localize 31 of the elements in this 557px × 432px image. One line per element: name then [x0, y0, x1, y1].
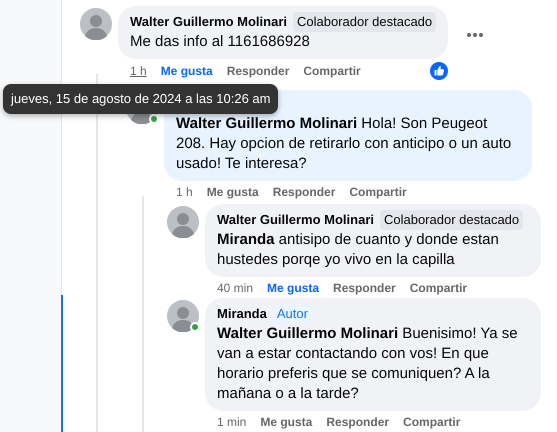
role-badge: Colaborador destacado — [292, 12, 436, 32]
timestamp-link[interactable]: 1 h — [176, 184, 193, 200]
action-link[interactable]: Compartir — [349, 184, 407, 200]
action-link[interactable]: Responder — [333, 280, 396, 296]
author-name[interactable]: Walter Guillermo Molinari — [217, 211, 374, 229]
action-link[interactable]: Me gusta — [267, 280, 320, 296]
comment-text: Miranda antisipo de cuanto y donde estan hustedes porqe yo vivo en la capilla — [217, 230, 500, 270]
timestamp-link[interactable]: 40 min — [217, 280, 254, 296]
action-link[interactable]: Compartir — [303, 63, 361, 79]
comment-text: Me das info al 1161686928 — [130, 32, 311, 52]
action-link[interactable]: Me gusta — [260, 414, 312, 430]
timestamp-link[interactable]: 1 min — [217, 414, 246, 430]
action-link[interactable]: Me gusta — [206, 184, 259, 200]
comment-text: Walter Guillermo Molinari Buenisimo! Ya se van a estar contactando con vos! En que horario preferis que se comuniquen? A la mañana o a la tarde? — [217, 324, 519, 404]
author-name[interactable]: Walter Guillermo Molinari — [130, 13, 287, 31]
more-options-icon[interactable] — [466, 32, 484, 38]
role-badge: Colaborador destacado — [380, 210, 524, 230]
comment-text: Walter Guillermo Molinari Hola! Son Peugeot 208. Hay opcion de retirarlo con anticipo o un auto usado! Te interesa? — [176, 114, 512, 174]
role-badge: Autor — [272, 304, 312, 324]
author-name[interactable]: Miranda — [217, 305, 267, 323]
timestamp-link[interactable]: 1 h — [130, 63, 147, 79]
action-link[interactable]: Compartir — [410, 280, 468, 296]
action-link[interactable]: Compartir — [403, 414, 460, 430]
avatar[interactable] — [80, 8, 112, 40]
action-link[interactable]: Responder — [226, 63, 290, 79]
timestamp-tooltip: jueves, 15 de agosto de 2024 a las 10:26 am — [3, 84, 278, 114]
action-link[interactable]: Responder — [272, 184, 336, 200]
avatar[interactable] — [167, 300, 199, 332]
avatar[interactable] — [167, 206, 199, 238]
action-link[interactable]: Responder — [326, 414, 390, 430]
action-link[interactable]: Me gusta — [160, 63, 213, 79]
